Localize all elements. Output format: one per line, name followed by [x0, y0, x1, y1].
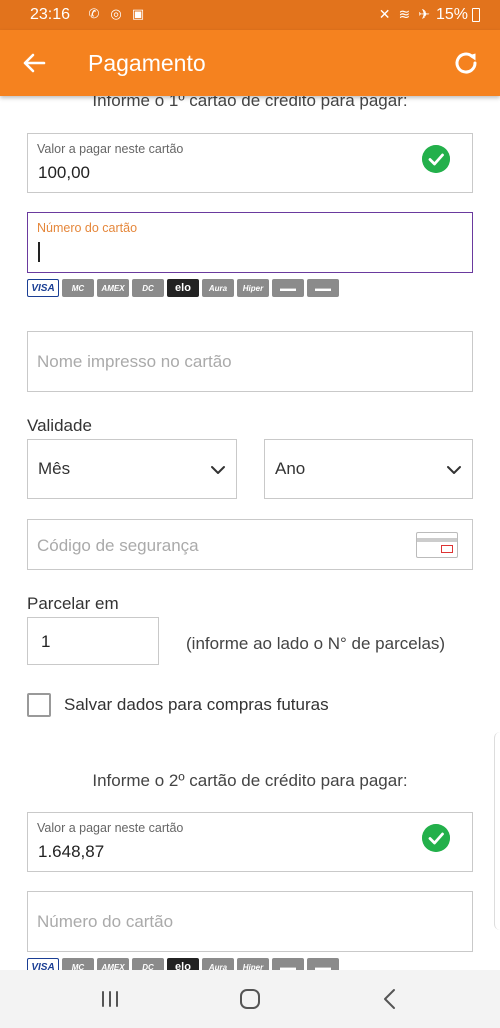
card1-amount-value: 100,00	[38, 163, 90, 182]
elo-logo-icon: elo	[167, 279, 199, 297]
visa-logo-icon: VISA	[27, 958, 59, 970]
airplane-icon: ✈	[418, 6, 430, 22]
chevron-down-icon	[211, 466, 225, 474]
payment-form[interactable]: Informe o 1º cartão de crédito para paga…	[0, 96, 500, 970]
diners-logo-icon: DC	[132, 958, 164, 970]
mastercard-logo-icon: MC	[62, 958, 94, 970]
photo-icon: ▣	[131, 6, 145, 21]
save-data-checkbox[interactable]	[27, 693, 51, 717]
validity-label: Validade	[27, 416, 92, 435]
amex-logo-icon: AMEX	[97, 958, 129, 970]
mute-icon: ✕	[378, 6, 391, 22]
system-nav-bar	[0, 970, 500, 1028]
year-select-value: Ano	[275, 459, 306, 478]
card2-brand-list: VISA MC AMEX DC elo Aura Hiper ▬▬ ▬▬	[27, 958, 339, 970]
card2-amount-value: 1.648,87	[38, 842, 105, 861]
card-logo-icon: ▬▬	[272, 958, 304, 970]
status-time: 23:16	[30, 6, 71, 23]
hipercard-logo-icon: Hiper	[237, 958, 269, 970]
home-icon[interactable]	[234, 985, 266, 1013]
card1-name-field[interactable]: Nome impresso no cartão	[27, 331, 473, 392]
check-icon	[422, 145, 450, 173]
month-select[interactable]: Mês	[27, 439, 237, 499]
chevron-down-icon	[447, 466, 461, 474]
elo-logo-icon: elo	[167, 958, 199, 970]
system-icons: ✕ ≋ ✈	[379, 6, 430, 23]
card1-heading: Informe o 1º cartão de crédito para paga…	[92, 96, 408, 110]
save-data-label[interactable]: Salvar dados para compras futuras	[64, 695, 329, 715]
diners-logo-icon: DC	[132, 279, 164, 297]
battery-level: 15%	[435, 6, 468, 23]
hipercard-logo-icon: Hiper	[237, 279, 269, 297]
installments-label: Parcelar em	[27, 594, 119, 613]
card2-amount-label: Valor a pagar neste cartão	[37, 821, 184, 835]
amex-logo-icon: AMEX	[97, 279, 129, 297]
card1-number-label: Número do cartão	[37, 221, 138, 235]
card2-number-field[interactable]: Número do cartão	[27, 891, 473, 952]
app-bar: Pagamento	[0, 30, 500, 96]
card-logo-icon: ▬▬	[272, 279, 304, 297]
aura-logo-icon: Aura	[202, 958, 234, 970]
text-caret	[38, 242, 40, 262]
card2-amount-field[interactable]: Valor a pagar neste cartão 1.648,87	[27, 812, 473, 872]
card1-cvv-placeholder: Código de segurança	[37, 536, 199, 555]
mastercard-logo-icon: MC	[62, 279, 94, 297]
recent-apps-icon[interactable]	[94, 985, 126, 1013]
month-select-value: Mês	[38, 459, 71, 478]
page-title: Pagamento	[88, 50, 206, 76]
visa-logo-icon: VISA	[27, 279, 59, 297]
aura-logo-icon: Aura	[202, 279, 234, 297]
app-icon: ◎	[110, 6, 122, 21]
year-select[interactable]: Ano	[264, 439, 473, 499]
installments-hint: (informe ao lado o N° de parcelas)	[186, 634, 446, 653]
card2-heading: Informe o 2º cartão de crédito para paga…	[92, 771, 408, 790]
scroll-indicator[interactable]	[494, 732, 500, 930]
back-arrow-icon[interactable]	[18, 47, 50, 79]
card1-name-placeholder: Nome impresso no cartão	[37, 352, 232, 371]
whatsapp-icon: ✆	[88, 6, 100, 21]
card-logo-icon: ▬▬	[307, 279, 339, 297]
wifi-icon: ≋	[398, 6, 411, 22]
card2-number-placeholder: Número do cartão	[37, 912, 174, 931]
notification-icons: ✆ ◎ ▣	[86, 6, 146, 22]
installments-value: 1	[41, 632, 51, 651]
cvv-card-icon	[416, 532, 458, 558]
card1-number-field[interactable]: Número do cartão	[27, 212, 473, 273]
card-logo-icon: ▬▬	[307, 958, 339, 970]
installments-input[interactable]: 1	[27, 617, 159, 665]
back-nav-icon[interactable]	[374, 985, 406, 1013]
card1-brand-list: VISA MC AMEX DC elo Aura Hiper ▬▬ ▬▬	[27, 279, 339, 297]
card1-cvv-field[interactable]: Código de segurança	[27, 519, 473, 570]
refresh-icon[interactable]	[450, 47, 482, 79]
card1-amount-field[interactable]: Valor a pagar neste cartão 100,00	[27, 133, 473, 193]
card1-amount-label: Valor a pagar neste cartão	[37, 142, 184, 156]
battery-icon	[472, 8, 480, 22]
status-bar: 23:16 ✆ ◎ ▣ ✕ ≋ ✈ 15%	[0, 0, 500, 30]
check-icon	[422, 824, 450, 852]
